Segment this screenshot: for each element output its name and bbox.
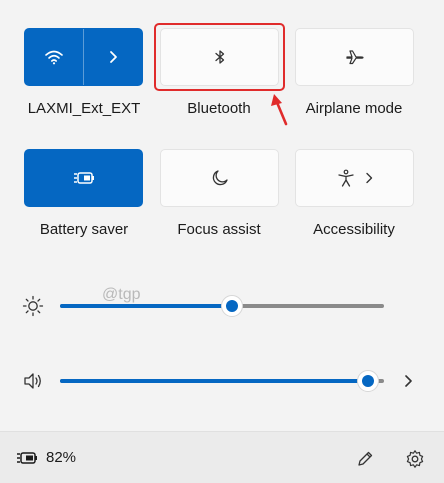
battery-percent: 82% [46,449,77,466]
airplane-mode-tile[interactable] [295,28,414,86]
chevron-right-icon [365,172,372,184]
bluetooth-highlight-box [154,23,285,91]
edit-quick-settings-button[interactable] [351,445,379,473]
wifi-label: LAXMI_Ext_EXT [27,100,141,117]
volume-slider[interactable] [0,366,444,396]
wifi-toggle-button[interactable] [25,29,83,85]
accessibility-label: Accessibility [313,221,395,238]
battery-saver-label: Battery saver [39,221,129,238]
speaker-icon [24,373,41,389]
pencil-icon [358,451,373,466]
brightness-track[interactable] [60,295,384,317]
wifi-tile [24,28,143,86]
battery-charging-icon [17,451,37,464]
brightness-fill [60,304,232,308]
battery-saver-tile[interactable] [24,149,143,207]
chevron-right-icon [110,51,117,63]
airplane-mode-label: Airplane mode [305,100,403,117]
accessibility-tile[interactable] [295,149,414,207]
volume-fill [60,379,368,383]
wifi-networks-button[interactable] [84,29,142,85]
brightness-icon [22,295,44,317]
brightness-thumb[interactable] [220,295,243,317]
focus-assist-tile[interactable] [160,149,279,207]
volume-thumb[interactable] [356,370,379,392]
volume-track[interactable] [60,370,384,392]
battery-saver-icon [73,172,94,184]
chevron-right-icon[interactable] [403,374,413,388]
focus-assist-label: Focus assist [177,221,261,238]
moon-icon [212,170,228,186]
accessibility-icon [337,169,354,187]
settings-button[interactable] [401,445,429,473]
brightness-slider[interactable] [0,291,444,321]
airplane-icon [345,50,364,65]
gear-icon [406,450,424,468]
wifi-icon [45,50,63,65]
quick-settings-panel: LAXMI_Ext_EXT Bluetooth Airplane mode Ba… [0,0,444,431]
battery-status[interactable]: 82% [16,449,76,466]
